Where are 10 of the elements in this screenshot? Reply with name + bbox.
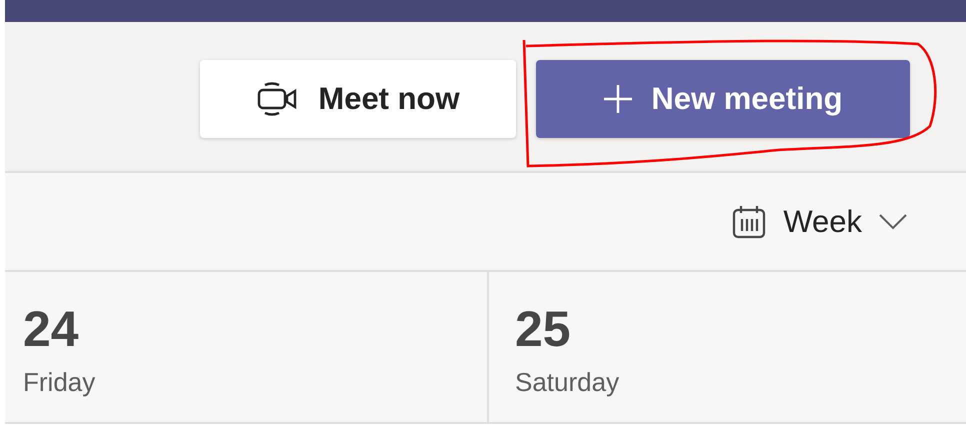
chevron-down-icon xyxy=(878,212,908,230)
calendar-icon xyxy=(731,204,768,240)
view-dropdown[interactable]: Week xyxy=(731,204,908,240)
weekday-label: Saturday xyxy=(515,367,620,398)
new-meeting-button[interactable]: New meeting xyxy=(536,60,910,138)
weekday-label: Friday xyxy=(23,367,96,398)
meet-now-button[interactable]: Meet now xyxy=(200,60,516,138)
day-number: 25 xyxy=(515,302,571,357)
day-number: 24 xyxy=(23,302,79,357)
plus-icon xyxy=(603,84,634,114)
